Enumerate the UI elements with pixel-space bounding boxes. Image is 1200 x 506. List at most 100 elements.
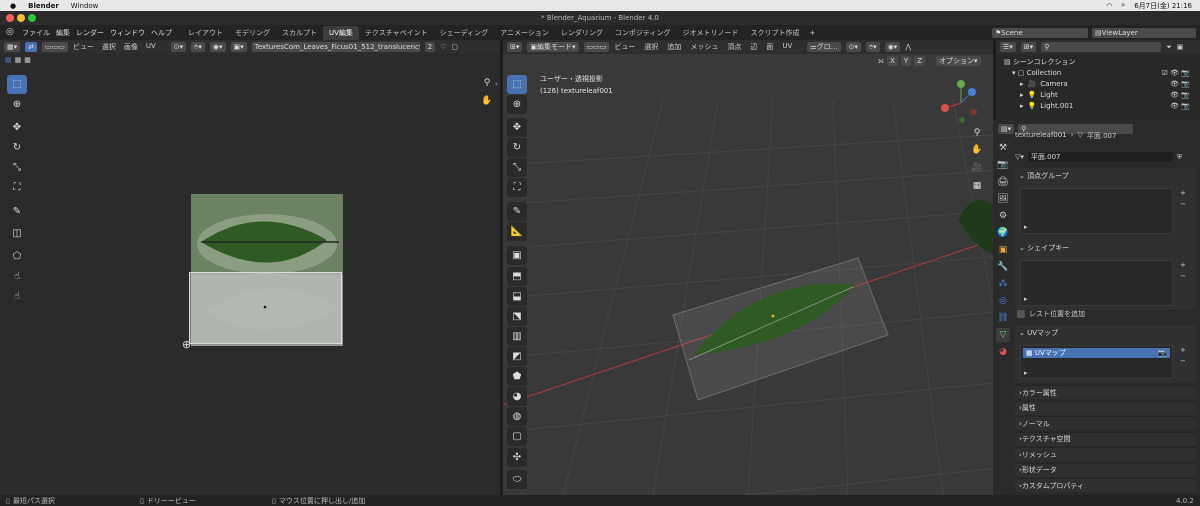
- grab-tool[interactable]: ☝: [7, 267, 27, 286]
- fake-user-icon[interactable]: ♡: [440, 43, 446, 51]
- sync-selection-icon[interactable]: ⇄: [25, 42, 38, 52]
- tab-3[interactable]: UV編集: [323, 25, 359, 40]
- outliner-item[interactable]: ▸ 💡 Light 👁 📷: [1000, 89, 1196, 100]
- data-tab-icon[interactable]: ▽: [996, 328, 1010, 342]
- pivot-icon[interactable]: ⊙▾: [170, 42, 187, 52]
- app-menu[interactable]: Blender: [28, 2, 59, 10]
- modifier-tab-icon[interactable]: 🔧: [996, 260, 1010, 274]
- panel-collapsed-4[interactable]: › リメッシュ: [1015, 447, 1196, 461]
- constraints-tab-icon[interactable]: ⛓: [996, 311, 1010, 325]
- tab-8[interactable]: コンポジティング: [609, 26, 677, 40]
- close-icon[interactable]: [6, 14, 14, 22]
- panel-collapsed-0[interactable]: › カラー属性: [1015, 385, 1196, 399]
- uv-menu-0[interactable]: ビュー: [73, 42, 94, 52]
- spin-tool[interactable]: ◕: [507, 387, 527, 406]
- menu-2[interactable]: レンダー: [76, 28, 104, 38]
- outliner-item[interactable]: ▸ 💡 Light.001 👁 📷: [1000, 100, 1196, 111]
- annotate-tool[interactable]: ✎: [7, 202, 27, 221]
- rotate-tool-3d[interactable]: ↻: [507, 138, 527, 157]
- 2d-cursor-icon[interactable]: ⊕: [182, 338, 191, 351]
- select-subtract-icon[interactable]: ▦: [24, 56, 31, 64]
- add-shape-key-button[interactable]: +: [1180, 261, 1186, 269]
- visibility-icons[interactable]: 👁 📷: [1170, 80, 1196, 88]
- pan-hand-icon[interactable]: ✋: [480, 94, 494, 108]
- uv-editor[interactable]: ▦▾ ⇄ ▭▭▭ ビュー 選択 画像 UV ⊙▾ ⌾▾ ◉▾ ▣▾ TexturesC…: [0, 40, 500, 495]
- shape-keys-list[interactable]: ▸: [1020, 260, 1173, 306]
- tab-6[interactable]: アニメーション: [494, 26, 555, 40]
- snap-icon[interactable]: ⌾▾: [191, 42, 205, 52]
- tab-1[interactable]: モデリング: [229, 26, 276, 40]
- add-vertex-group-button[interactable]: +: [1180, 189, 1186, 197]
- tab-7[interactable]: レンダリング: [555, 26, 609, 40]
- vertex-groups-list[interactable]: ▸: [1020, 188, 1173, 234]
- scene-selector[interactable]: ⚑ Scene: [992, 27, 1088, 38]
- particles-tab-icon[interactable]: ⁂: [996, 277, 1010, 291]
- proportional-icon[interactable]: ◉▾: [209, 42, 226, 52]
- knife-tool[interactable]: ◩: [507, 347, 527, 366]
- editor-type-icon[interactable]: ▦▾: [4, 42, 21, 52]
- measure-tool[interactable]: 📐: [507, 222, 527, 241]
- mirror-icon[interactable]: ⟗: [878, 57, 884, 66]
- pan-hand-icon-3d[interactable]: ✋: [970, 143, 984, 157]
- panel-collapsed-3[interactable]: › テクスチャ空間: [1015, 431, 1196, 446]
- move-tool[interactable]: ✥: [7, 118, 27, 137]
- image-name-field[interactable]: TexturesCom_Leaves_Ficus01_512_transluce…: [251, 42, 420, 52]
- select-extend-icon[interactable]: ▦: [15, 56, 22, 64]
- output-tab-icon[interactable]: 🖨: [996, 175, 1010, 189]
- menu-1[interactable]: 編集: [56, 28, 70, 38]
- cursor-tool-3d[interactable]: ⊕: [507, 95, 527, 114]
- expand-icon[interactable]: ▸: [1020, 80, 1024, 88]
- minimize-icon[interactable]: [17, 14, 25, 22]
- filter-icon[interactable]: ⏷: [1166, 43, 1172, 52]
- snapping-icon[interactable]: ⌾▾: [865, 42, 880, 52]
- remove-vertex-group-button[interactable]: −: [1180, 200, 1186, 208]
- list-expand-icon[interactable]: ▸: [1024, 295, 1028, 303]
- tab-0[interactable]: レイアウト: [182, 26, 229, 40]
- image-users-count[interactable]: 2: [424, 42, 436, 52]
- scale-tool-3d[interactable]: ⤡: [507, 158, 527, 177]
- inset-tool[interactable]: ⬓: [507, 287, 527, 306]
- visibility-icons[interactable]: 👁 📷: [1170, 91, 1196, 99]
- list-expand-icon[interactable]: ▸: [1024, 369, 1028, 377]
- edge-slide-tool[interactable]: ▢: [507, 427, 527, 446]
- viewport-menu-1[interactable]: 選択: [644, 42, 658, 52]
- perspective-grid-icon[interactable]: ▦: [970, 179, 984, 193]
- tab-2[interactable]: スカルプト: [276, 26, 323, 40]
- menu-4[interactable]: ヘルプ: [151, 28, 172, 38]
- add-uv-map-button[interactable]: +: [1180, 346, 1186, 354]
- menu-3[interactable]: ウィンドウ: [110, 28, 145, 38]
- list-expand-icon[interactable]: ▸: [1024, 223, 1028, 231]
- visibility-icons[interactable]: ☑ 👁 📷: [1162, 69, 1196, 77]
- falloff-icon[interactable]: ⋀: [905, 43, 911, 51]
- proportional-edit-icon[interactable]: ◉▾: [884, 42, 901, 52]
- smooth-tool[interactable]: ◍: [507, 407, 527, 426]
- annotate-tool-3d[interactable]: ✎: [507, 202, 527, 221]
- select-box-tool-3d[interactable]: ⬚: [507, 75, 527, 94]
- rest-position-checkbox[interactable]: [1017, 310, 1025, 318]
- vertex-groups-header[interactable]: ⌄ 頂点グループ: [1015, 168, 1196, 183]
- window-menu[interactable]: Window: [71, 2, 99, 10]
- loop-cut-tool[interactable]: ▥: [507, 327, 527, 346]
- mirror-z-toggle[interactable]: Z: [914, 56, 925, 66]
- uv-map-item[interactable]: ▦ UVマップ 📷: [1023, 348, 1170, 358]
- add-workspace-button[interactable]: +: [810, 29, 816, 37]
- uv-island[interactable]: [189, 272, 342, 344]
- cursor-tool[interactable]: ⊕: [7, 95, 27, 114]
- poly-build-tool[interactable]: ⬟: [507, 367, 527, 386]
- uv-menu-1[interactable]: 選択: [102, 42, 116, 52]
- display-mode-icon[interactable]: ⊞▾: [1020, 42, 1037, 52]
- outliner-scene-collection[interactable]: ▤ シーンコレクション: [1000, 56, 1196, 67]
- outliner-collection-row[interactable]: ▾ ▢ Collection ☑ 👁 📷: [1000, 67, 1196, 78]
- pinch-tool[interactable]: ☝: [7, 287, 27, 306]
- mirror-x-toggle[interactable]: X: [887, 56, 898, 66]
- camera-view-icon[interactable]: 🎥: [970, 161, 984, 175]
- properties-editor-icon[interactable]: ▤▾: [998, 124, 1015, 134]
- image-browse-icon[interactable]: ▣▾: [230, 42, 247, 52]
- outliner-search[interactable]: ⚲: [1041, 42, 1162, 52]
- panel-collapsed-1[interactable]: › 属性: [1015, 400, 1196, 415]
- remove-shape-key-button[interactable]: −: [1180, 272, 1186, 280]
- tool-tab-icon[interactable]: ⚒: [996, 141, 1010, 155]
- select-box-icon[interactable]: ▦: [5, 56, 12, 64]
- zoom-icon[interactable]: ⚲: [480, 76, 494, 90]
- select-box-tool[interactable]: ⬚: [7, 75, 27, 94]
